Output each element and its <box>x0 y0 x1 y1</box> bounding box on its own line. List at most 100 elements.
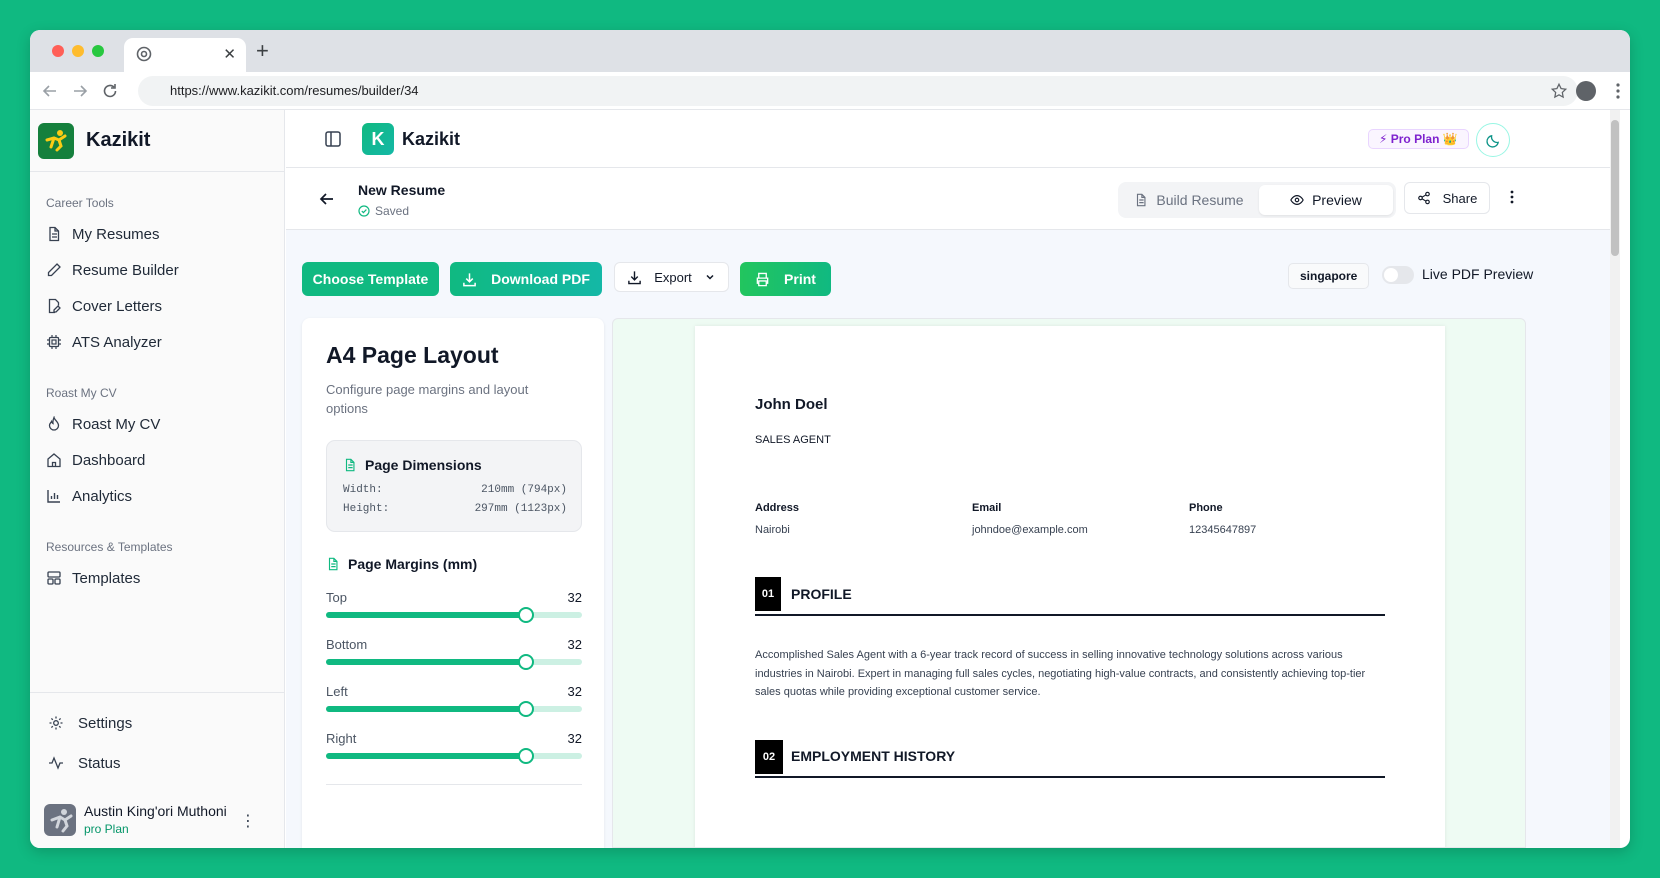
maximize-window-button[interactable] <box>92 45 104 57</box>
section-number: 02 <box>755 740 783 774</box>
scrollbar-thumb[interactable] <box>1611 120 1619 256</box>
print-label: Print <box>784 271 816 287</box>
save-status: Saved <box>358 204 409 218</box>
live-pdf-preview-toggle[interactable] <box>1382 266 1414 284</box>
plan-badge: ⚡ Pro Plan 👑 <box>1368 129 1469 149</box>
download-icon <box>628 270 642 284</box>
nav-resume-builder[interactable]: Resume Builder <box>30 252 284 288</box>
file-text-icon <box>49 226 60 242</box>
nav-dashboard[interactable]: Dashboard <box>30 442 284 478</box>
slider-label: Top <box>326 590 347 605</box>
margin-bottom-slider[interactable]: Bottom 32 <box>326 637 582 671</box>
share-button[interactable]: Share <box>1404 182 1490 214</box>
build-resume-tab[interactable]: Build Resume <box>1121 185 1257 215</box>
download-pdf-button[interactable]: Download PDF <box>450 262 602 296</box>
nav-roast-my-cv[interactable]: Roast My CV <box>30 406 284 442</box>
sidebar: Kazikit Career Tools My Resumes Resume B… <box>30 110 285 848</box>
forward-icon[interactable] <box>70 81 90 101</box>
nav-ats-analyzer[interactable]: ATS Analyzer <box>30 324 284 360</box>
nav-templates[interactable]: Templates <box>30 560 284 596</box>
contact-value: Nairobi <box>755 524 790 536</box>
slider-fill <box>326 659 526 665</box>
preview-tab[interactable]: Preview <box>1259 185 1393 215</box>
slider-thumb[interactable] <box>517 654 534 670</box>
build-resume-label: Build Resume <box>1156 192 1244 208</box>
browser-menu-icon[interactable] <box>1608 81 1628 101</box>
more-options-icon[interactable] <box>1504 189 1520 205</box>
header-app-name: Kazikit <box>402 129 461 149</box>
nav-status[interactable]: Status <box>30 743 285 783</box>
browser-tab[interactable]: ✕ <box>124 38 246 72</box>
theme-toggle[interactable] <box>1476 123 1510 157</box>
reload-icon[interactable] <box>100 81 120 101</box>
contact-value: johndoe@example.com <box>972 524 1088 536</box>
margin-top-slider[interactable]: Top 32 <box>326 590 582 624</box>
printer-icon <box>756 272 769 286</box>
bookmark-star-icon[interactable] <box>1550 82 1568 100</box>
height-label: Height: <box>343 503 390 515</box>
resume-job-title: SALES AGENT <box>755 434 831 446</box>
resume-preview-area: John Doel SALES AGENT Address Nairobi Em… <box>612 318 1526 848</box>
section-title: PROFILE <box>791 586 852 602</box>
export-dropdown[interactable]: Export <box>614 262 729 292</box>
profile-text: Accomplished Sales Agent with a 6-year t… <box>755 649 1366 698</box>
nav-label: Resume Builder <box>72 261 179 279</box>
choose-template-button[interactable]: Choose Template <box>302 262 439 296</box>
contact-label: Email <box>972 502 1002 514</box>
user-plan: pro Plan <box>84 822 129 836</box>
back-arrow-icon[interactable] <box>318 190 336 208</box>
close-tab-icon[interactable]: ✕ <box>223 45 236 63</box>
gear-icon <box>49 716 63 730</box>
brand-name: Kazikit <box>86 129 151 151</box>
section-resources: Resources & Templates <box>46 540 173 554</box>
nav-label: Analytics <box>72 487 133 505</box>
margins-heading-text: Page Margins (mm) <box>348 556 478 572</box>
app-content: Kazikit Career Tools My Resumes Resume B… <box>30 110 1630 848</box>
minimize-window-button[interactable] <box>72 45 84 57</box>
slider-thumb[interactable] <box>517 748 534 764</box>
new-tab-icon[interactable]: + <box>256 38 269 64</box>
margin-right-slider[interactable]: Right 32 <box>326 731 582 765</box>
slider-value: 32 <box>567 590 582 605</box>
user-card[interactable]: Austin King'ori Muthoni pro Plan ⋮ <box>44 803 256 836</box>
template-tag: singapore <box>1288 263 1370 289</box>
home-icon <box>47 453 61 468</box>
activity-icon <box>49 756 63 770</box>
page-dimensions-card: Page Dimensions Width: 210mm (794px) Hei… <box>326 440 582 532</box>
slider-fill <box>326 706 526 712</box>
url-field[interactable]: https://www.kazikit.com/resumes/builder/… <box>138 76 1578 106</box>
nav-label: Roast My CV <box>72 415 161 433</box>
user-menu-icon[interactable]: ⋮ <box>240 811 256 831</box>
sidebar-brand[interactable]: Kazikit <box>30 110 284 172</box>
profile-avatar-icon[interactable] <box>1576 81 1596 101</box>
print-button[interactable]: Print <box>740 262 831 296</box>
nav-label: ATS Analyzer <box>72 333 162 351</box>
header-logo[interactable]: K <box>362 123 394 155</box>
live-pdf-preview-label: Live PDF Preview <box>1422 266 1534 282</box>
moon-icon <box>1485 134 1499 148</box>
nav-label: Settings <box>78 714 133 732</box>
width-row: Width: 210mm (794px) <box>343 484 567 496</box>
check-circle-icon <box>358 205 370 217</box>
slider-thumb[interactable] <box>517 607 534 623</box>
nav-analytics[interactable]: Analytics <box>30 478 284 514</box>
contact-label: Phone <box>1189 502 1223 514</box>
sidebar-toggle-icon[interactable] <box>324 130 342 148</box>
dimensions-heading-text: Page Dimensions <box>365 457 482 473</box>
nav-my-resumes[interactable]: My Resumes <box>30 216 284 252</box>
page-scrollbar[interactable] <box>1610 110 1620 848</box>
nav-settings[interactable]: Settings <box>30 703 285 743</box>
window-controls <box>52 45 104 57</box>
nav-cover-letters[interactable]: Cover Letters <box>30 288 284 324</box>
download-pdf-label: Download PDF <box>491 271 590 287</box>
slider-fill <box>326 612 526 618</box>
divider <box>326 784 582 785</box>
section-title: EMPLOYMENT HISTORY <box>791 748 956 764</box>
back-icon[interactable] <box>40 81 60 101</box>
close-window-button[interactable] <box>52 45 64 57</box>
slider-thumb[interactable] <box>517 701 534 717</box>
section-rule <box>755 776 1385 778</box>
layout-panel: A4 Page Layout Configure page margins an… <box>302 318 604 848</box>
margin-left-slider[interactable]: Left 32 <box>326 684 582 718</box>
nav-label: Dashboard <box>72 451 146 469</box>
